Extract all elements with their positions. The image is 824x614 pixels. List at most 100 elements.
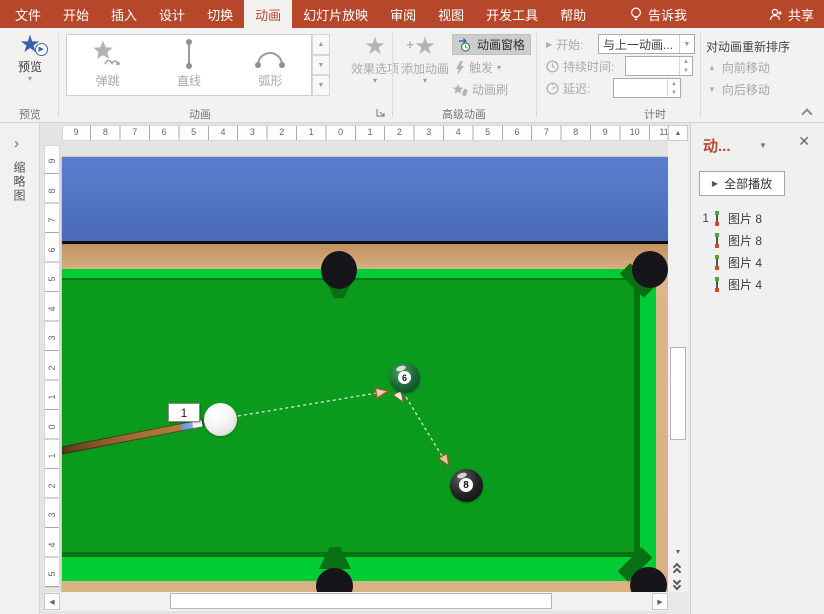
play-all-button[interactable]: ▶ 全部播放 (699, 171, 785, 196)
preview-star-icon: ★▶ (19, 33, 41, 57)
move-earlier-button[interactable]: ▲ 向前移动 (708, 59, 770, 76)
collapse-ribbon-icon[interactable] (802, 108, 810, 116)
vertical-scroll-thumb[interactable] (670, 347, 686, 440)
ruler-number: 3 (424, 127, 433, 137)
spinner-buttons[interactable]: ▲▼ (667, 79, 680, 97)
motion-path-icon (713, 211, 721, 226)
move-later-button[interactable]: ▼ 向后移动 (708, 81, 770, 98)
scroll-right-button[interactable]: ▶ (652, 593, 668, 610)
tab-幻灯片放映[interactable]: 幻灯片放映 (292, 0, 379, 28)
slide[interactable]: 6 8 1 (62, 157, 668, 592)
animation-pane-title: 动... (703, 135, 731, 156)
tab-视图[interactable]: 视图 (427, 0, 475, 28)
ruler-number: 4 (47, 303, 57, 315)
ruler-number: 1 (365, 127, 374, 137)
spinner-buttons[interactable]: ▲▼ (679, 57, 692, 75)
gallery-item-label: 直线 (177, 72, 201, 89)
dialog-launcher-icon[interactable] (376, 108, 385, 117)
gallery-expand[interactable]: ▼ (312, 75, 330, 96)
thumbnails-label: 缩略图 (11, 161, 28, 203)
duration-label: 持续时间: (563, 58, 614, 75)
animation-list-item[interactable]: 1 图片 8 (691, 207, 824, 229)
gallery-item-bounce[interactable]: 弹跳 (67, 35, 148, 95)
previous-slide-button[interactable] (671, 562, 685, 576)
tab-审阅[interactable]: 审阅 (379, 0, 427, 28)
ruler-number: 6 (512, 127, 521, 137)
pane-dropdown-icon[interactable]: ▼ (759, 141, 767, 150)
animation-target-label: 图片 4 (728, 276, 762, 293)
start-icon: ▶ (546, 40, 552, 49)
combobox-dropdown[interactable]: ▼ (679, 35, 694, 53)
start-row: ▶ 开始: (546, 35, 584, 54)
ruler-number: 8 (571, 127, 580, 137)
close-icon[interactable]: ✕ (798, 133, 810, 150)
animation-list-item[interactable]: 图片 4 (691, 273, 824, 295)
scroll-up-button[interactable]: ▲ (668, 125, 688, 141)
scroll-left-button[interactable]: ◀ (44, 593, 60, 610)
animation-painter-label: 动画刷 (472, 81, 508, 98)
arrow-up-icon: ▲ (708, 63, 716, 72)
tab-开发工具[interactable]: 开发工具 (475, 0, 549, 28)
tab-文件[interactable]: 文件 (4, 0, 52, 28)
start-value: 与上一动画... (599, 36, 679, 53)
vertical-scrollbar[interactable]: ▲ ▼ (668, 125, 688, 592)
ruler-number: 7 (47, 214, 57, 226)
ruler-number: 5 (483, 127, 492, 137)
six-ball[interactable]: 6 (390, 363, 420, 393)
tab-开始[interactable]: 开始 (52, 0, 100, 28)
tab-插入[interactable]: 插入 (100, 0, 148, 28)
share-button[interactable]: 共享 (769, 0, 814, 28)
trigger-button[interactable]: 触发 ▾ (455, 58, 501, 77)
ruler-number: 9 (71, 127, 80, 137)
horizontal-scrollbar[interactable]: ◀ ▶ (44, 592, 668, 611)
gallery-item-arc[interactable]: 弧形 (230, 35, 311, 95)
animation-order-badge[interactable]: 1 (168, 403, 200, 422)
animation-list-item[interactable]: 图片 4 (691, 251, 824, 273)
delay-label: 延迟: (563, 80, 590, 97)
start-combobox[interactable]: 与上一动画... ▼ (598, 34, 695, 54)
scroll-down-button[interactable]: ▼ (668, 545, 688, 559)
animation-pane-button[interactable]: 动画窗格 (452, 34, 531, 55)
tab-切换[interactable]: 切换 (196, 0, 244, 28)
ruler-number: 4 (47, 539, 57, 551)
ruler-number: 3 (47, 509, 57, 521)
motion-path-2[interactable] (406, 397, 445, 461)
preview-button[interactable]: ★▶ 预览 ▾ (6, 33, 54, 82)
motion-path-2-end-arrow[interactable] (438, 453, 453, 468)
cue-ball[interactable] (204, 403, 237, 436)
tab-帮助[interactable]: 帮助 (549, 0, 597, 28)
tab-设计[interactable]: 设计 (148, 0, 196, 28)
expand-thumbnails-icon[interactable]: › (14, 135, 19, 152)
next-slide-button[interactable] (671, 578, 685, 592)
delay-spinner[interactable]: ▲▼ (613, 78, 681, 98)
ruler-number: 7 (542, 127, 551, 137)
group-divider (58, 33, 59, 117)
motion-path-1-end-arrow[interactable] (375, 386, 389, 398)
ruler-number: 2 (47, 480, 57, 492)
gallery-item-line[interactable]: 直线 (148, 35, 229, 95)
horizontal-scroll-thumb[interactable] (170, 593, 552, 609)
play-icon: ▶ (712, 179, 718, 188)
ruler-number: 4 (218, 127, 227, 137)
ruler-number: 6 (160, 127, 169, 137)
lightning-icon (455, 61, 465, 75)
animation-painter-button[interactable]: 动画刷 (452, 80, 508, 99)
ruler-number: 2 (47, 362, 57, 374)
motion-path-icon (713, 255, 721, 270)
vertical-ruler: 987654321012345 (44, 145, 60, 588)
eight-ball[interactable]: 8 (450, 469, 483, 502)
thumbnail-strip[interactable]: › 缩略图 (0, 123, 40, 614)
add-animation-button[interactable]: +★ 添加动画 ▾ (398, 35, 452, 84)
tab-动画[interactable]: 动画 (244, 0, 292, 28)
animation-pane: 动... ▼ ✕ ▶ 全部播放 1 图片 8 图片 8 图片 4 (690, 123, 824, 614)
trigger-label: 触发 (469, 59, 493, 76)
gallery-scroll-down[interactable]: ▼ (312, 55, 330, 76)
gallery-scroll-up[interactable]: ▲ (312, 34, 330, 55)
ruler-number: 10 (628, 127, 642, 137)
duration-spinner[interactable]: ▲▼ (625, 56, 693, 76)
tell-me[interactable]: 告诉我 (630, 0, 687, 28)
animation-list-item[interactable]: 图片 8 (691, 229, 824, 251)
motion-path-1[interactable] (238, 392, 383, 416)
timer-icon (546, 82, 559, 95)
ruler-number: 5 (47, 273, 57, 285)
